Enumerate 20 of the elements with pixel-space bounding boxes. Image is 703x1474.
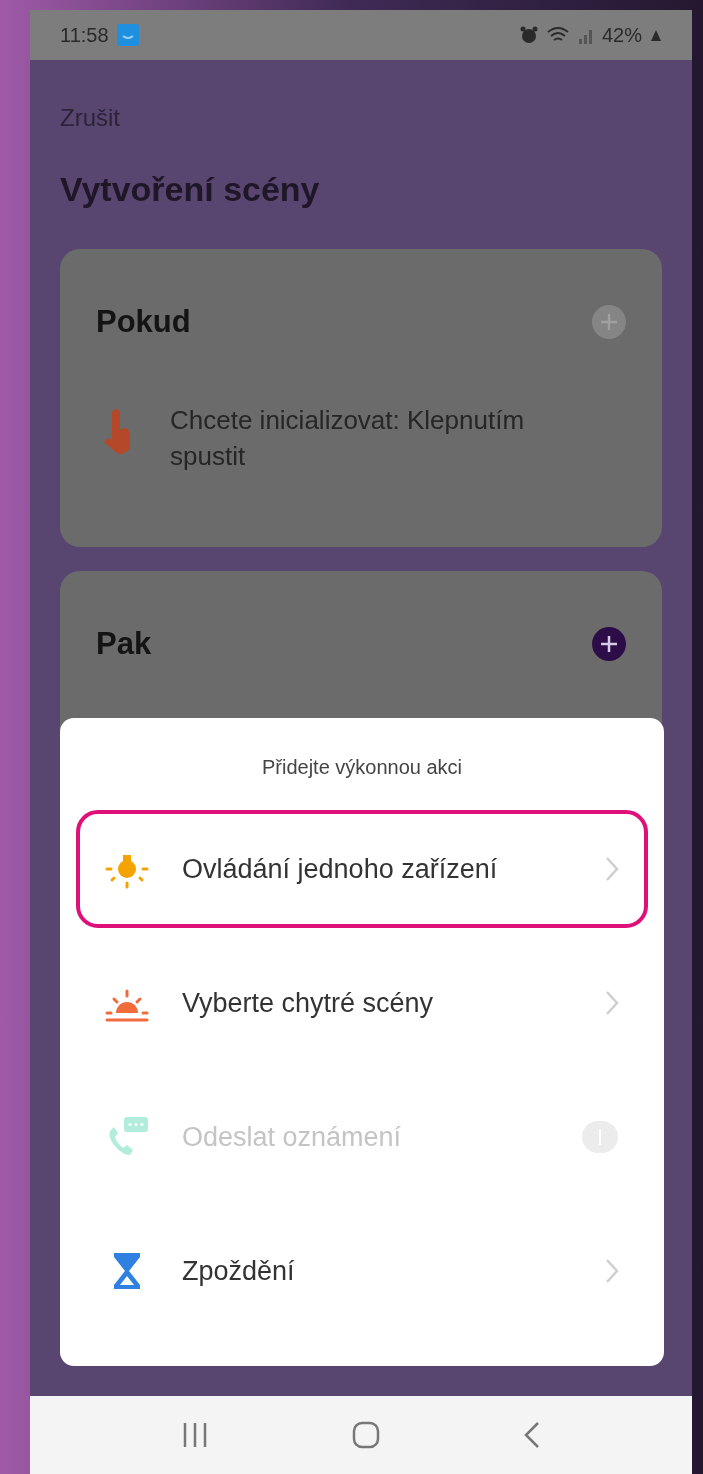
plus-icon [599,634,619,655]
chevron-right-icon [604,855,620,883]
section-title: Pokud [96,303,191,341]
app-notification-icon [116,24,139,46]
alarm-icon [519,26,538,44]
action-option[interactable]: Zpoždění [76,1212,648,1330]
trigger-text: Chcete inicializovat: Klepnutím spustit [170,403,526,473]
plus-icon [599,312,619,333]
battery-level: 42% [601,23,642,48]
add-button[interactable] [592,627,626,662]
action-option[interactable]: Vyberte chytré scény [76,944,648,1062]
status-time: 11:58 [60,23,109,48]
home-icon[interactable] [351,1420,381,1450]
chevron-right-icon [604,989,620,1017]
action-option[interactable]: Ovládání jednoho zařízení [76,810,648,928]
wifi-icon [545,26,570,44]
sheet-title: Přidejte výkonnou akci [260,755,464,780]
section-title: Pak [96,625,152,663]
page-title: Vytvoření scény [60,169,321,210]
chevron-right-icon [604,1257,620,1285]
